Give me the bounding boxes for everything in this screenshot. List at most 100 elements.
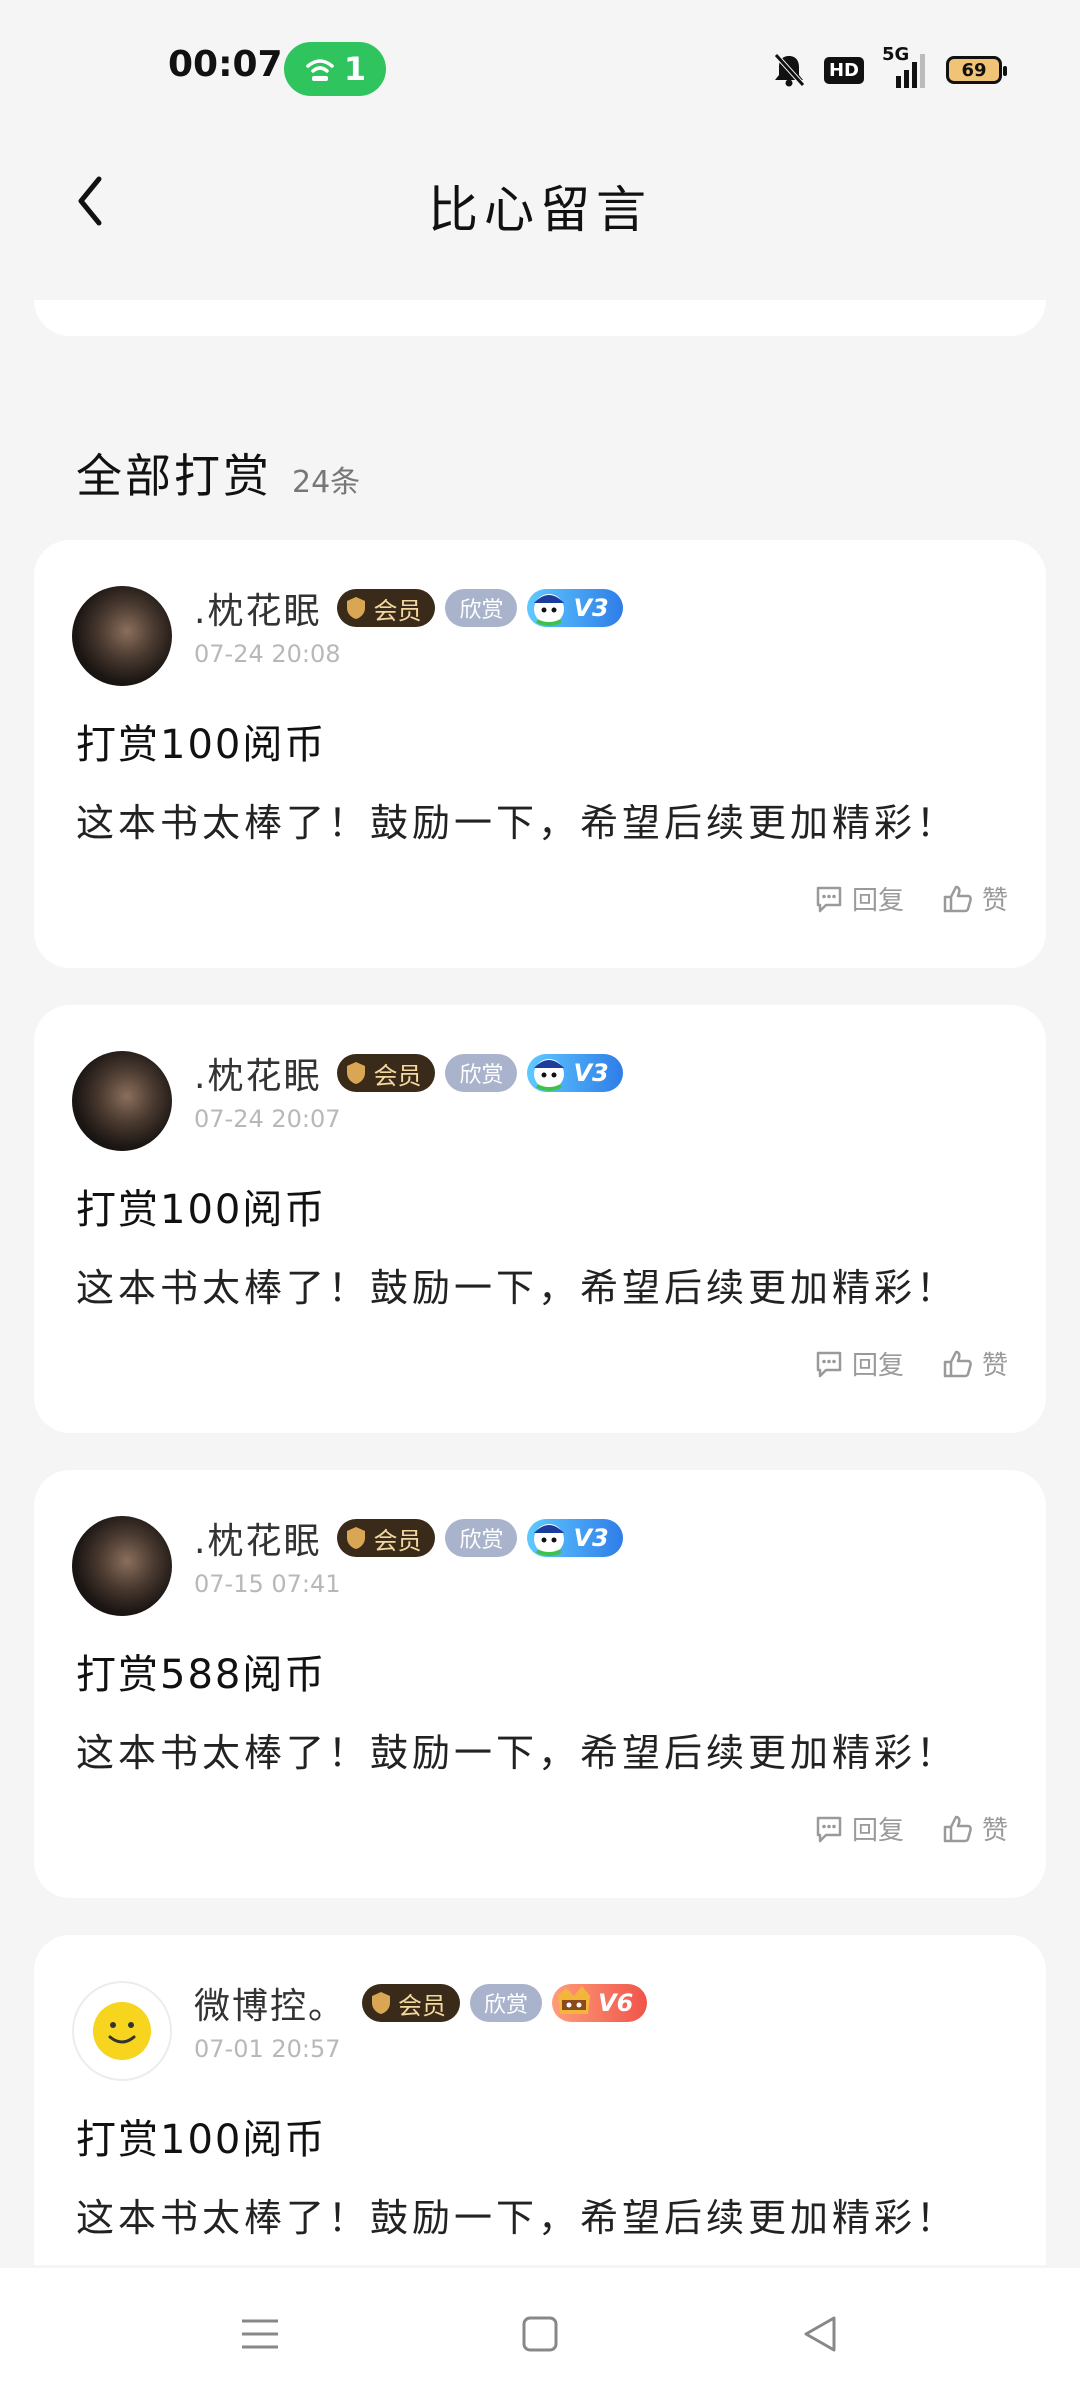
battery-level: 69 <box>961 59 987 81</box>
hotspot-icon <box>306 59 334 81</box>
smiley-avatar-icon <box>93 2002 151 2060</box>
reward-amount: 打赏100阅币 <box>76 722 327 768</box>
signal-icon: 5G <box>882 44 928 90</box>
avatar[interactable] <box>72 1981 172 2081</box>
level-mascot-icon <box>534 594 565 626</box>
section-count: 24条 <box>292 465 361 500</box>
reply-label: 回复 <box>851 1351 904 1381</box>
avatar[interactable] <box>72 586 172 686</box>
section-header: 全部打赏 24条 <box>76 440 360 506</box>
reward-badge: 欣赏 <box>445 1054 518 1092</box>
home-button[interactable] <box>500 2294 580 2374</box>
level-label: V3 <box>573 1059 609 1087</box>
level-label: V6 <box>598 1989 634 2017</box>
like-button[interactable]: 赞 <box>942 1810 1008 1847</box>
timestamp: 07-01 20:57 <box>194 2035 341 2063</box>
status-icons: HD 5G 69 <box>772 44 1007 94</box>
like-button[interactable]: 赞 <box>942 1345 1008 1382</box>
back-triangle-icon <box>804 2316 836 2352</box>
avatar[interactable] <box>72 1516 172 1616</box>
thumbs-up-icon <box>943 885 972 912</box>
comment-icon <box>816 886 842 912</box>
reward-card[interactable]: .枕花眠 会员 欣赏 V3 07-24 20:07 打赏100阅币 这本书太棒了… <box>34 1005 1046 1433</box>
member-label: 会员 <box>373 1061 422 1090</box>
timestamp: 07-15 07:41 <box>194 1570 341 1598</box>
member-label: 会员 <box>373 1526 422 1555</box>
member-shield-icon <box>347 597 366 619</box>
like-label: 赞 <box>981 1816 1008 1846</box>
user-line: .枕花眠 会员 欣赏 V3 <box>194 1514 623 1562</box>
level-mascot-icon <box>534 1059 565 1091</box>
home-square-icon <box>522 2316 558 2352</box>
section-title: 全部打赏 <box>76 449 272 503</box>
username[interactable]: .枕花眠 <box>194 1512 321 1564</box>
menu-icon <box>242 2319 278 2349</box>
reward-badge: 欣赏 <box>445 1519 518 1557</box>
like-label: 赞 <box>981 886 1008 916</box>
nav-header: 比心留言 <box>0 140 1080 260</box>
member-badge: 会员 <box>362 1984 461 2022</box>
like-label: 赞 <box>981 1351 1008 1381</box>
card-actions: 回复 赞 <box>814 1345 1008 1382</box>
user-line: 微博控。 会员 欣赏 V6 <box>194 1977 648 2029</box>
page-title: 比心留言 <box>428 181 652 239</box>
card-actions: 回复 赞 <box>814 880 1008 917</box>
recent-apps-button[interactable] <box>220 2294 300 2374</box>
reward-message: 这本书太棒了！鼓励一下，希望后续更加精彩！ <box>76 801 959 845</box>
level-crown-icon <box>558 1986 591 2014</box>
member-label: 会员 <box>373 596 422 625</box>
system-nav-bar <box>0 2268 1080 2400</box>
back-nav-button[interactable] <box>780 2294 860 2374</box>
avatar[interactable] <box>72 1051 172 1151</box>
reward-badge: 欣赏 <box>470 1984 543 2022</box>
member-badge: 会员 <box>337 1054 436 1092</box>
reply-label: 回复 <box>851 886 904 916</box>
username[interactable]: .枕花眠 <box>194 1047 321 1099</box>
reward-amount: 打赏100阅币 <box>76 1187 327 1233</box>
card-actions: 回复 赞 <box>814 1810 1008 1847</box>
level-label: V3 <box>573 594 609 622</box>
level-mascot-icon <box>534 1524 565 1556</box>
thumbs-up-icon <box>943 1350 972 1377</box>
reward-amount: 打赏588阅币 <box>76 1652 327 1698</box>
reward-badge: 欣赏 <box>445 589 518 627</box>
user-line: .枕花眠 会员 欣赏 V3 <box>194 584 623 632</box>
user-line: .枕花眠 会员 欣赏 V3 <box>194 1049 623 1097</box>
member-shield-icon <box>347 1527 366 1549</box>
previous-card-edge <box>34 300 1046 336</box>
reward-message: 这本书太棒了！鼓励一下，希望后续更加精彩！ <box>76 1731 959 1775</box>
username[interactable]: .枕花眠 <box>194 582 321 634</box>
member-shield-icon <box>347 1062 366 1084</box>
member-badge: 会员 <box>337 1519 436 1557</box>
like-button[interactable]: 赞 <box>942 880 1008 917</box>
thumbs-up-icon <box>943 1815 972 1842</box>
reply-label: 回复 <box>851 1816 904 1846</box>
reward-amount: 打赏100阅币 <box>76 2117 327 2163</box>
comment-icon <box>816 1816 842 1842</box>
status-bar: 00:07 1 HD 5G 69 <box>0 0 1080 136</box>
comment-icon <box>816 1351 842 1377</box>
reward-message: 这本书太棒了！鼓励一下，希望后续更加精彩！ <box>76 1266 959 1310</box>
level-badge: V3 <box>527 589 623 627</box>
level-badge: V3 <box>527 1054 623 1092</box>
level-badge: V3 <box>527 1519 623 1557</box>
level-badge: V6 <box>552 1984 648 2022</box>
reward-message: 这本书太棒了！鼓励一下，希望后续更加精彩！ <box>76 2196 959 2240</box>
member-shield-icon <box>372 1992 391 2014</box>
reward-card[interactable]: 微博控。 会员 欣赏 V6 07-01 20:57 打赏100阅币 这本书太棒了… <box>34 1935 1046 2265</box>
username[interactable]: 微博控。 <box>194 1977 346 2029</box>
timestamp: 07-24 20:08 <box>194 640 341 668</box>
battery-icon: 69 <box>946 56 1007 84</box>
status-time: 00:07 <box>168 44 283 85</box>
timestamp: 07-24 20:07 <box>194 1105 341 1133</box>
hotspot-indicator[interactable]: 1 <box>284 42 386 96</box>
reward-card[interactable]: .枕花眠 会员 欣赏 V3 07-24 20:08 打赏100阅币 这本书太棒了… <box>34 540 1046 968</box>
reply-button[interactable]: 回复 <box>814 880 904 917</box>
reward-card[interactable]: .枕花眠 会员 欣赏 V3 07-15 07:41 打赏588阅币 这本书太棒了… <box>34 1470 1046 1898</box>
member-label: 会员 <box>398 1991 447 2020</box>
reply-button[interactable]: 回复 <box>814 1345 904 1382</box>
level-label: V3 <box>573 1524 609 1552</box>
member-badge: 会员 <box>337 589 436 627</box>
hotspot-count: 1 <box>343 50 367 88</box>
reply-button[interactable]: 回复 <box>814 1810 904 1847</box>
